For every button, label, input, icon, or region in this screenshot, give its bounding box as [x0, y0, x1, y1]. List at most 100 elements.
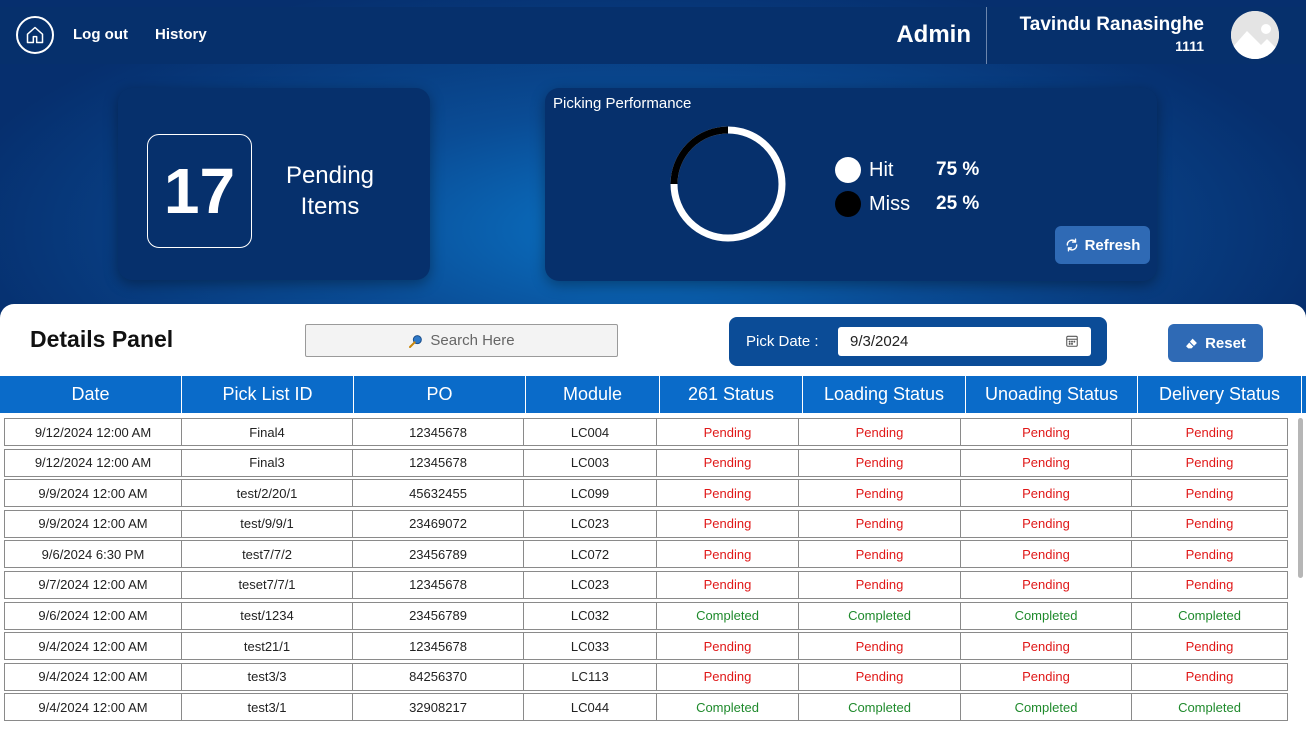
table-row[interactable]: 9/6/2024 6:30 PM test7/7/2 23456789 LC072 Pe…	[4, 540, 1295, 569]
search-icon	[409, 334, 423, 348]
calendar-icon[interactable]	[1065, 334, 1079, 348]
status-cell: Pending	[798, 632, 961, 661]
status-cell: Pending	[656, 509, 799, 538]
status-cell: Completed	[960, 601, 1132, 630]
pending-items-card: 17 Pending Items	[118, 88, 430, 280]
status-cell: Completed	[656, 601, 799, 630]
table-cell: teset7/7/1	[181, 570, 353, 599]
table-cell: LC044	[523, 693, 657, 722]
home-button[interactable]	[16, 16, 54, 54]
status-cell: Completed	[798, 693, 961, 722]
table-cell: 9/4/2024 12:00 AM	[4, 632, 182, 661]
status-cell: Completed	[798, 601, 961, 630]
table-row[interactable]: 9/9/2024 12:00 AM test/2/20/1 45632455 LC09…	[4, 479, 1295, 508]
table-cell: 9/6/2024 12:00 AM	[4, 601, 182, 630]
status-cell: Pending	[656, 418, 799, 446]
status-cell: Pending	[798, 509, 961, 538]
table-cell: Final3	[181, 448, 353, 477]
pick-date-filter: Pick Date : 9/3/2024	[729, 317, 1107, 366]
table-cell: 12345678	[352, 570, 524, 599]
status-cell: Pending	[1131, 448, 1288, 477]
dashboard-hero: Log out History Admin Tavindu Ranasinghe…	[0, 0, 1306, 330]
status-cell: Pending	[656, 662, 799, 691]
status-cell: Pending	[656, 570, 799, 599]
table-cell: test/2/20/1	[181, 479, 353, 508]
hit-value: 75 %	[936, 159, 980, 180]
column-header[interactable]: Delivery Status	[1138, 376, 1302, 413]
column-header[interactable]: Date	[0, 376, 182, 413]
table-cell: LC072	[523, 540, 657, 569]
column-header[interactable]: Module	[526, 376, 660, 413]
status-cell: Pending	[1131, 570, 1288, 599]
table-row[interactable]: 9/4/2024 12:00 AM test3/1 32908217 LC044 Com…	[4, 693, 1295, 722]
status-cell: Pending	[798, 540, 961, 569]
table-cell: test21/1	[181, 632, 353, 661]
refresh-icon	[1066, 238, 1077, 252]
table-row[interactable]: 9/7/2024 12:00 AM teset7/7/1 12345678 LC023…	[4, 570, 1295, 599]
table-row[interactable]: 9/4/2024 12:00 AM test21/1 12345678 LC033 Pe…	[4, 632, 1295, 661]
pick-date-label: Pick Date :	[746, 333, 819, 350]
table-cell: 12345678	[352, 418, 524, 446]
search-input[interactable]: Search Here	[305, 324, 618, 357]
status-cell: Pending	[1131, 418, 1288, 446]
user-role: Admin	[896, 21, 971, 48]
status-cell: Pending	[1131, 632, 1288, 661]
pick-date-value: 9/3/2024	[850, 333, 909, 350]
details-panel-title: Details Panel	[30, 326, 174, 352]
status-cell: Pending	[1131, 479, 1288, 508]
status-cell: Pending	[960, 509, 1132, 538]
status-cell: Pending	[960, 570, 1132, 599]
column-header[interactable]: Pick List ID	[182, 376, 354, 413]
status-cell: Completed	[1131, 693, 1288, 722]
search-placeholder: Search Here	[430, 332, 515, 349]
table-row[interactable]: 9/9/2024 12:00 AM test/9/9/1 23469072 LC023…	[4, 509, 1295, 538]
column-header[interactable]: PO	[354, 376, 526, 413]
status-cell: Pending	[656, 632, 799, 661]
status-cell: Completed	[1131, 601, 1288, 630]
table-cell: 23456789	[352, 540, 524, 569]
status-cell: Pending	[960, 632, 1132, 661]
column-header[interactable]: Unoading Status	[966, 376, 1138, 413]
table-row[interactable]: 9/6/2024 12:00 AM test/1234 23456789 LC032 C…	[4, 601, 1295, 630]
table-cell: 9/7/2024 12:00 AM	[4, 570, 182, 599]
status-cell: Pending	[798, 418, 961, 446]
table-cell: 9/4/2024 12:00 AM	[4, 662, 182, 691]
column-header[interactable]: 261 Status	[660, 376, 803, 413]
table-cell: 9/9/2024 12:00 AM	[4, 509, 182, 538]
status-cell: Completed	[656, 693, 799, 722]
table-row[interactable]: 9/12/2024 12:00 AM Final3 12345678 LC003 Pen…	[4, 448, 1295, 477]
home-icon	[26, 26, 44, 44]
refresh-label: Refresh	[1084, 236, 1141, 254]
pick-date-input[interactable]: 9/3/2024	[838, 327, 1091, 356]
status-cell: Pending	[798, 479, 961, 508]
table-row[interactable]: 9/4/2024 12:00 AM test3/3 84256370 LC113 Pen…	[4, 662, 1295, 691]
status-cell: Pending	[1131, 540, 1288, 569]
status-cell: Pending	[798, 570, 961, 599]
header-divider	[986, 7, 987, 64]
column-header[interactable]: Loading Status	[803, 376, 966, 413]
table-cell: test/9/9/1	[181, 509, 353, 538]
table-cell: 23469072	[352, 509, 524, 538]
history-link[interactable]: History	[155, 26, 207, 43]
status-cell: Pending	[656, 448, 799, 477]
refresh-button[interactable]: Refresh	[1055, 226, 1150, 264]
table-cell: 9/12/2024 12:00 AM	[4, 418, 182, 446]
table-cell: 9/12/2024 12:00 AM	[4, 448, 182, 477]
status-cell: Pending	[960, 418, 1132, 446]
table-cell: 9/6/2024 6:30 PM	[4, 540, 182, 569]
eraser-icon	[1186, 338, 1197, 348]
miss-dot	[835, 191, 861, 217]
avatar[interactable]	[1231, 11, 1279, 59]
table-scrollbar[interactable]	[1298, 418, 1303, 578]
table-cell: LC023	[523, 509, 657, 538]
pending-label: Pending Items	[285, 162, 375, 220]
reset-button[interactable]: Reset	[1168, 324, 1263, 362]
table-cell: 23456789	[352, 601, 524, 630]
table-header: Date Pick List ID PO Module 261 Status Loadin…	[0, 376, 1306, 413]
legend-hit: Hit 75 %	[835, 157, 979, 183]
table-cell: LC033	[523, 632, 657, 661]
pending-count: 17	[147, 134, 252, 248]
table-cell: LC099	[523, 479, 657, 508]
logout-link[interactable]: Log out	[73, 26, 128, 43]
table-row[interactable]: 9/12/2024 12:00 AM Final4 12345678 LC004 Pen…	[4, 418, 1295, 446]
